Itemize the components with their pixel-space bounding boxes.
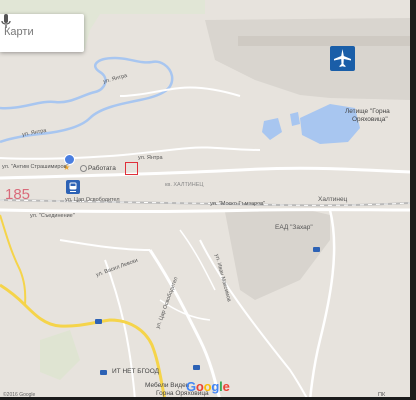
industrial-area [225,208,330,300]
railway-line [0,199,410,207]
green-area [40,330,80,380]
poi-label: Мебели Виден [145,382,190,389]
poi-label: ИТ НЕТ БГООД [112,368,160,375]
road [104,259,136,400]
poi-label: Работата [88,165,116,172]
bus-stop-icon[interactable] [100,370,107,375]
road [0,146,261,160]
map-canvas[interactable]: Карти ★ 185 ул. Янтра ул. Янтра ул. Янтр… [0,0,410,400]
microphone-icon[interactable] [0,14,12,30]
highlight-box [125,162,138,175]
bus-stop-icon[interactable] [193,365,200,370]
work-icon [80,165,87,172]
street-label: ул. "Антим Страшимиров" [2,164,69,170]
road [59,239,151,251]
district-label: кв. ХАЛТИНЕЦ [165,182,204,188]
river [0,56,174,144]
poi-label: Оряховица" [352,116,388,123]
road [0,208,410,213]
runway [238,36,410,46]
street-label: ул. "Съединение" [30,213,75,219]
bus-stop-icon[interactable] [313,247,320,252]
place-label: Халтинец [318,196,348,203]
airport-area [205,18,410,100]
road-number-label: 185 [5,186,31,203]
train-station-icon[interactable] [66,180,80,194]
airport-icon[interactable] [330,46,355,71]
highway [0,214,27,306]
poi-label: ЕАД "Захар" [275,224,313,231]
google-logo: Google [186,379,230,394]
road [119,86,241,97]
bus-stop-icon[interactable] [95,319,102,324]
search-box[interactable]: Карти [0,14,84,52]
street-label: ул. "Моско Гъмзаров" [210,201,266,207]
side-bar [410,0,416,400]
lake [290,112,300,126]
lake [262,118,282,140]
street-label: ул. Янтра [138,155,163,161]
street-label: ул. Цар Освободител [65,197,120,203]
poi-label: Летище "Горна [345,108,390,115]
